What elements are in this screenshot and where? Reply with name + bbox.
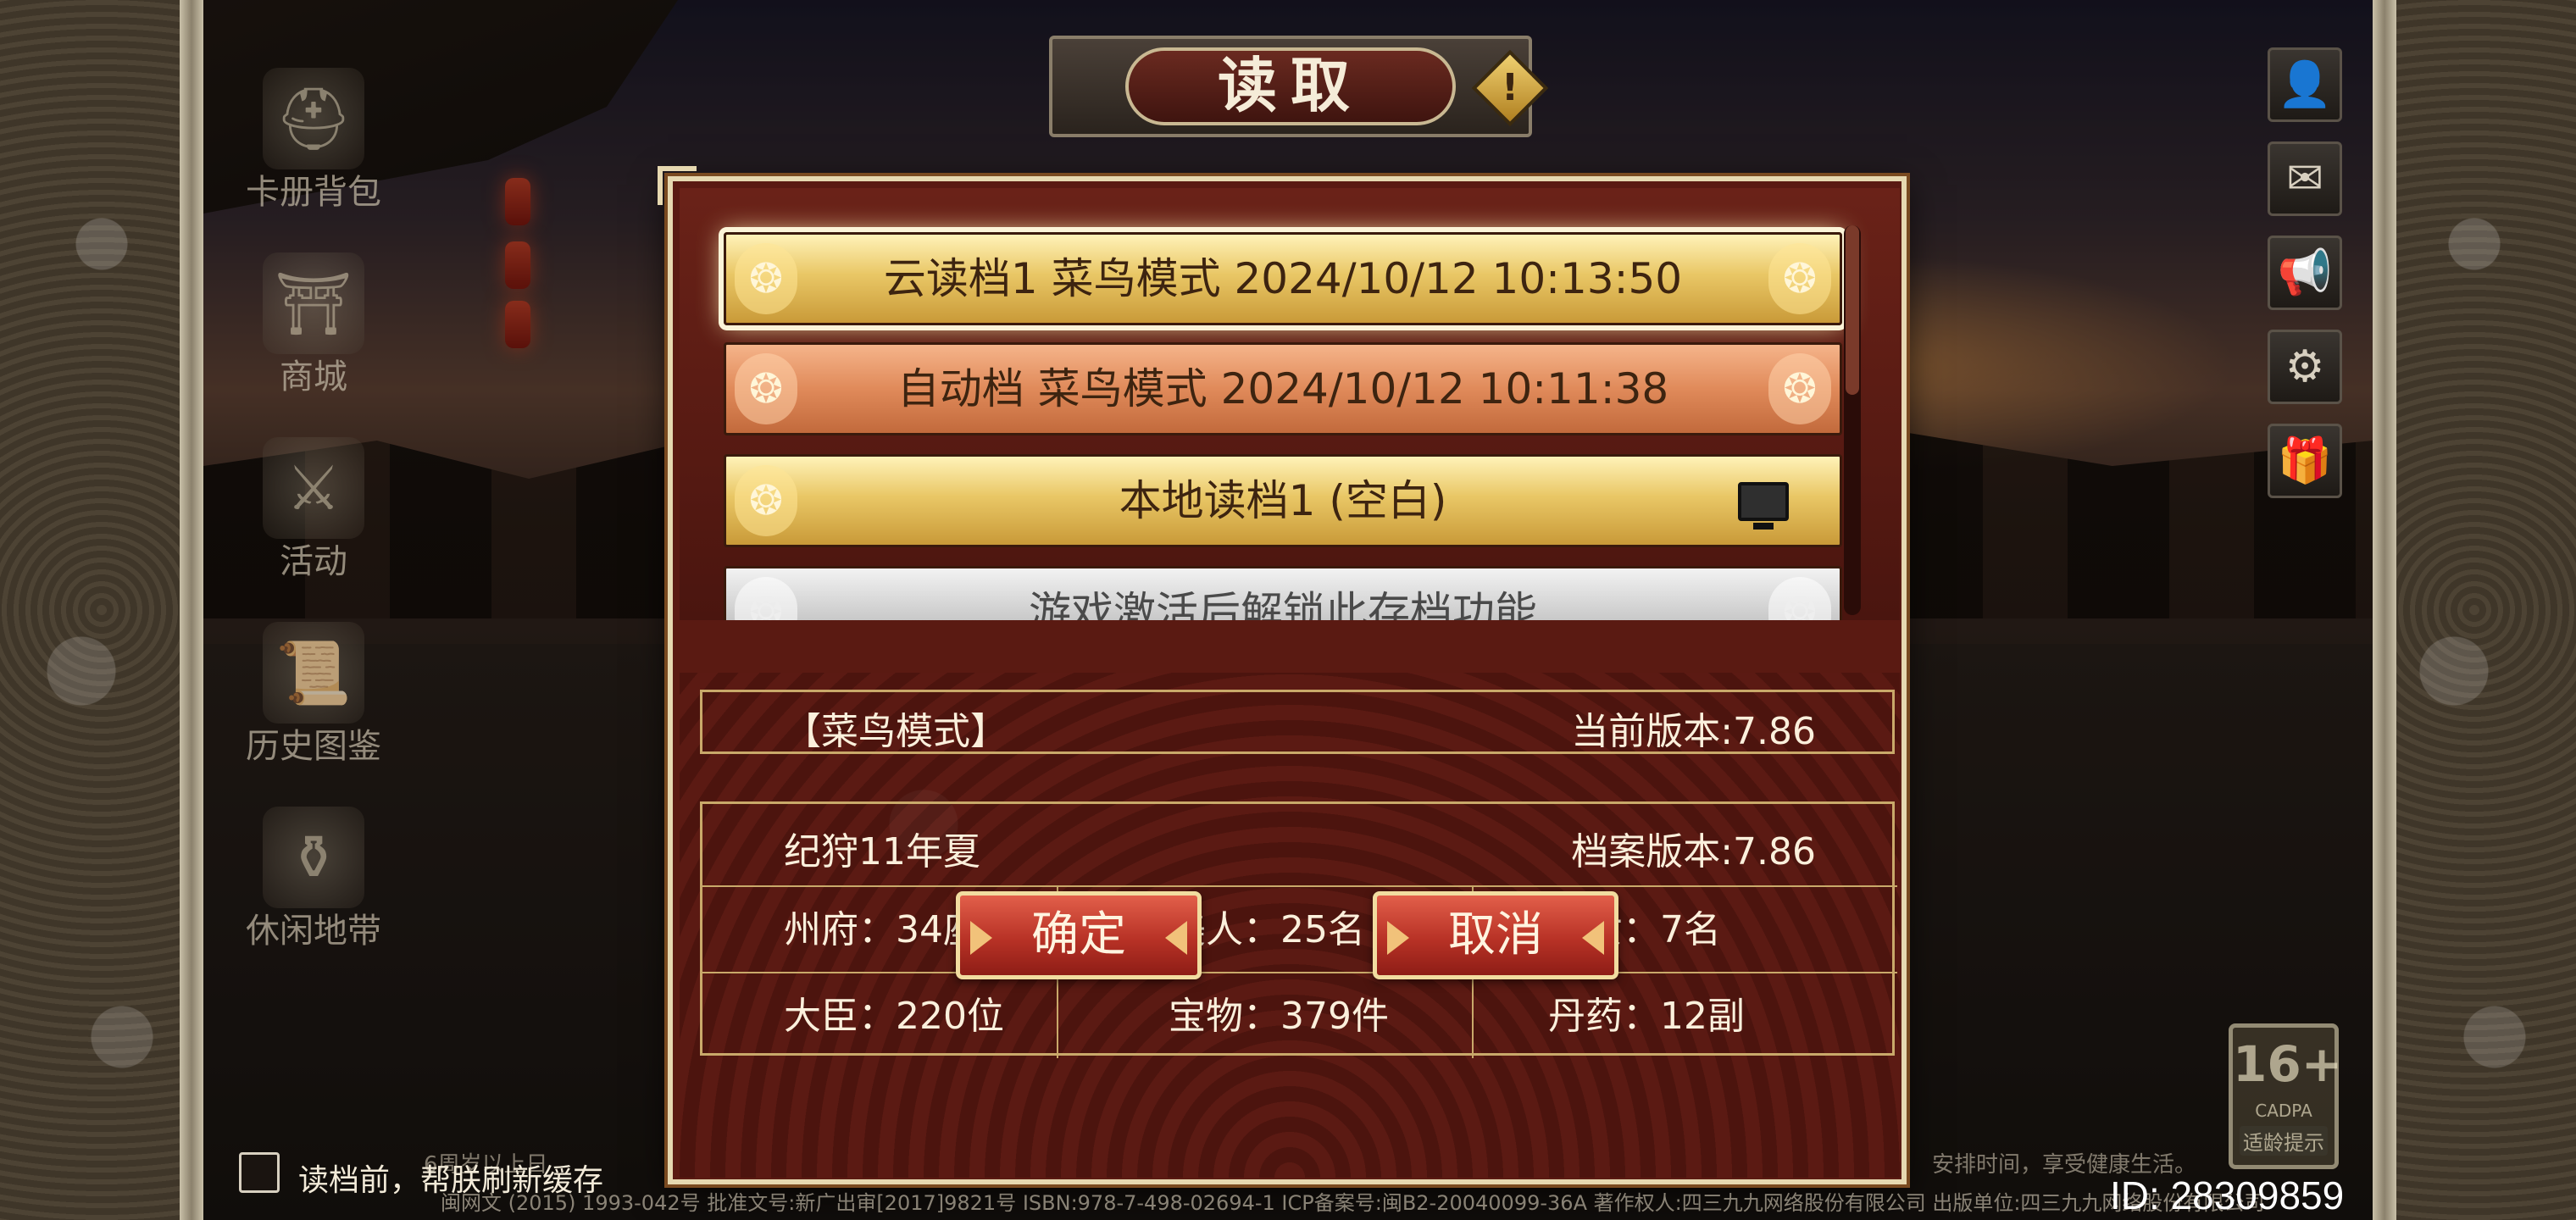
slot-label: 本地读档1 (空白) <box>1119 476 1447 525</box>
slot-label: 游戏激活后解锁此存档功能 <box>1029 588 1537 620</box>
stats-box: 纪狩11年夏 档案版本:7.86 州府：34座 美人：25名 子女：7名 大臣：… <box>700 801 1897 1058</box>
stats-grid: 州府：34座 美人：25名 子女：7名 大臣：220位 宝物：379件 丹药：1… <box>702 885 1897 1058</box>
rating-org: CADPA <box>2255 1101 2312 1121</box>
game-mode: 【菜鸟模式】 <box>784 710 1008 753</box>
menu-label: 历史图鉴 <box>246 727 381 766</box>
menu-label: 卡册背包 <box>246 173 381 212</box>
mail-icon[interactable]: ✉ <box>2268 141 2342 216</box>
save-slot-auto[interactable]: ❂ 自动档 菜鸟模式 2024/10/12 10:11:38 ❂ <box>724 342 1842 435</box>
gift-icon[interactable]: 🎁 <box>2268 424 2342 498</box>
ornament-icon: ❂ <box>735 243 797 314</box>
scroll-icon: 📜 <box>263 622 364 724</box>
helmet-icon: ⛑ <box>263 68 364 169</box>
save-slot-list: ❂ 云读档1 菜鸟模式 2024/10/12 10:13:50 ❂ ❂ 自动档 … <box>680 188 1900 620</box>
ornament-icon: ❂ <box>735 353 797 424</box>
stat-treasures: 宝物：379件 <box>1058 972 1474 1058</box>
dialog-title-plaque: 读取 ! <box>1049 36 1549 137</box>
menu-label: 休闲地带 <box>246 912 381 951</box>
stat-ministers: 大臣：220位 <box>702 972 1058 1058</box>
ornament-icon: ❂ <box>1768 243 1831 314</box>
age-rating: 16+ <box>2233 1035 2343 1093</box>
slot-list-scrollbar[interactable] <box>1844 225 1861 615</box>
menu-item-leisure[interactable]: ⚱ 休闲地带 <box>229 807 398 991</box>
ornament-icon: ❂ <box>735 465 797 536</box>
cancel-button[interactable]: 取消 <box>1373 891 1618 979</box>
left-side-menu: ⛑ 卡册背包 ⛩ 商城 ⚔ 活动 📜 历史图鉴 ⚱ 休闲地带 <box>229 68 398 991</box>
ornament-icon: ❂ <box>1768 577 1831 620</box>
menu-label: 商城 <box>280 358 347 396</box>
stat-elixirs: 丹药：12副 <box>1474 972 1897 1058</box>
menu-item-shop[interactable]: ⛩ 商城 <box>229 252 398 437</box>
rating-tip: 适龄提示 <box>2240 1126 2328 1156</box>
save-slot-locked[interactable]: ❂ 游戏激活后解锁此存档功能 ❂ <box>724 566 1842 620</box>
sword-icon: ⚔ <box>263 437 364 539</box>
load-save-dialog: ❂ 云读档1 菜鸟模式 2024/10/12 10:13:50 ❂ ❂ 自动档 … <box>658 166 1907 1184</box>
save-slot-cloud-1[interactable]: ❂ 云读档1 菜鸟模式 2024/10/12 10:13:50 ❂ <box>724 232 1842 325</box>
cauldron-icon: ⚱ <box>263 807 364 908</box>
save-info-panel: 【菜鸟模式】 当前版本:7.86 纪狩11年夏 档案版本:7.86 州府：34座… <box>680 673 1900 1178</box>
copyright-notice: 闽网文 (2015) 1993-042号 批准文号:新广出审[2017]9821… <box>441 1191 2265 1215</box>
decorative-right-border <box>2373 0 2576 1220</box>
computer-icon <box>1738 482 1789 530</box>
horn-icon[interactable]: 📢 <box>2268 236 2342 310</box>
shop-icon: ⛩ <box>263 252 364 354</box>
decorative-left-border <box>0 0 203 1220</box>
refresh-cache-checkbox[interactable] <box>239 1152 280 1193</box>
ornament-icon: ❂ <box>1768 353 1831 424</box>
menu-item-card-bag[interactable]: ⛑ 卡册背包 <box>229 68 398 252</box>
right-icon-column: 👤 ✉ 📢 ⚙ 🎁 <box>2268 47 2344 518</box>
mode-box: 【菜鸟模式】 当前版本:7.86 <box>700 690 1895 754</box>
save-version: 档案版本:7.86 <box>1571 830 1816 873</box>
scrollbar-thumb[interactable] <box>1846 225 1859 395</box>
profile-icon[interactable]: 👤 <box>2268 47 2342 122</box>
user-id: ID: 28309859 <box>2110 1173 2345 1217</box>
settings-icon[interactable]: ⚙ <box>2268 330 2342 404</box>
menu-item-events[interactable]: ⚔ 活动 <box>229 437 398 622</box>
current-version: 当前版本:7.86 <box>1571 710 1816 753</box>
slot-label: 云读档1 菜鸟模式 2024/10/12 10:13:50 <box>883 254 1683 303</box>
era-label: 纪狩11年夏 <box>784 830 980 873</box>
dialog-title: 读取 <box>1125 47 1456 125</box>
save-slot-local-1[interactable]: ❂ 本地读档1 (空白) <box>724 454 1842 547</box>
menu-item-history[interactable]: 📜 历史图鉴 <box>229 622 398 807</box>
slot-label: 自动档 菜鸟模式 2024/10/12 10:11:38 <box>897 364 1669 413</box>
age-rating-badge[interactable]: 16+ CADPA 适龄提示 <box>2229 1023 2343 1169</box>
menu-label: 活动 <box>280 542 347 581</box>
ornament-icon: ❂ <box>735 577 797 620</box>
confirm-button[interactable]: 确定 <box>956 891 1202 979</box>
